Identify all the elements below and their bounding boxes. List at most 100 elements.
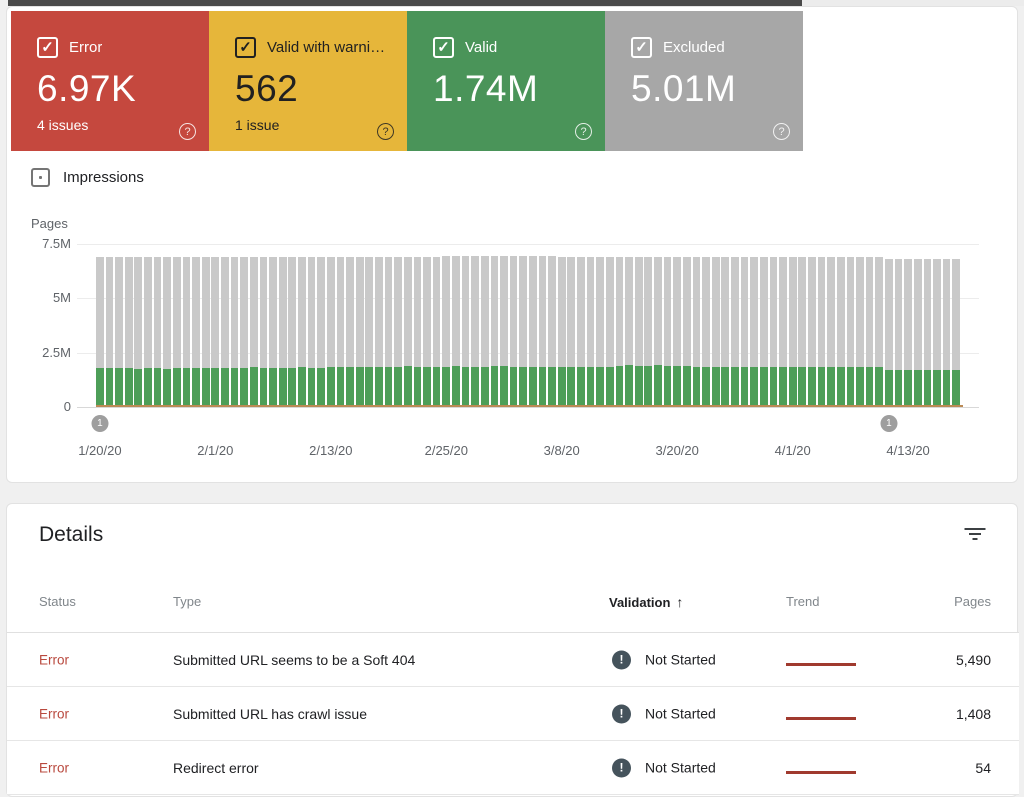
chart-bar[interactable]: [836, 244, 845, 407]
chart-bar[interactable]: [172, 244, 181, 407]
chart-bar[interactable]: [634, 244, 643, 407]
chart-bar[interactable]: [817, 244, 826, 407]
help-icon[interactable]: ?: [575, 123, 592, 140]
chart-bar[interactable]: [192, 244, 200, 407]
chart-bar[interactable]: [605, 244, 614, 407]
chart-bar[interactable]: [442, 244, 451, 407]
chart-bar[interactable]: [105, 244, 114, 407]
column-header-trend[interactable]: Trend: [786, 594, 819, 609]
chart-bar[interactable]: [249, 244, 258, 407]
status-checkbox-valid-with-warnings[interactable]: ✓: [235, 37, 256, 58]
chart-bar[interactable]: [201, 244, 210, 407]
chart-bar[interactable]: [375, 244, 383, 407]
chart-bar[interactable]: [240, 244, 249, 407]
chart-bar[interactable]: [557, 244, 566, 407]
chart-bar[interactable]: [432, 244, 441, 407]
chart-bar[interactable]: [144, 244, 152, 407]
chart-bar[interactable]: [326, 244, 335, 407]
impressions-checkbox[interactable]: [31, 168, 50, 187]
chart-bar[interactable]: [365, 244, 374, 407]
table-row[interactable]: Error Redirect error! Not Started 54: [7, 741, 1019, 795]
chart-bar[interactable]: [509, 244, 518, 407]
chart-bar[interactable]: [663, 244, 672, 407]
chart-bar[interactable]: [567, 244, 576, 407]
chart-bar[interactable]: [798, 244, 807, 407]
chart-bar[interactable]: [923, 244, 932, 407]
chart-bar[interactable]: [115, 244, 123, 407]
chart-bar[interactable]: [529, 244, 537, 407]
annotation-marker[interactable]: 1: [91, 415, 109, 432]
chart-bar[interactable]: [461, 244, 470, 407]
chart-bar[interactable]: [182, 244, 191, 407]
chart-bar[interactable]: [942, 244, 951, 407]
chart-bar[interactable]: [913, 244, 922, 407]
chart-bar[interactable]: [153, 244, 162, 407]
chart-plot[interactable]: [96, 244, 962, 407]
chart-bar[interactable]: [384, 244, 393, 407]
chart-bar[interactable]: [750, 244, 759, 407]
chart-bar[interactable]: [288, 244, 297, 407]
chart-bar[interactable]: [519, 244, 528, 407]
chart-bar[interactable]: [452, 244, 460, 407]
chart-bar[interactable]: [827, 244, 835, 407]
status-card-valid[interactable]: ✓ Valid 1.74M?: [407, 11, 605, 151]
chart-bar[interactable]: [538, 244, 547, 407]
annotation-marker[interactable]: 1: [880, 415, 898, 432]
chart-bar[interactable]: [740, 244, 749, 407]
chart-bar[interactable]: [355, 244, 364, 407]
help-icon[interactable]: ?: [377, 123, 394, 140]
chart-bar[interactable]: [654, 244, 662, 407]
chart-bar[interactable]: [682, 244, 691, 407]
chart-bar[interactable]: [586, 244, 595, 407]
column-header-validation[interactable]: Validation ↑: [609, 594, 683, 610]
chart-bar[interactable]: [134, 244, 143, 407]
chart-bar[interactable]: [346, 244, 354, 407]
column-header-status[interactable]: Status: [39, 594, 76, 609]
chart-bar[interactable]: [490, 244, 499, 407]
chart-bar[interactable]: [163, 244, 172, 407]
help-icon[interactable]: ?: [179, 123, 196, 140]
help-icon[interactable]: ?: [773, 123, 790, 140]
chart-bar[interactable]: [96, 244, 104, 407]
filter-icon[interactable]: [964, 528, 986, 544]
chart-bar[interactable]: [480, 244, 489, 407]
chart-bar[interactable]: [894, 244, 903, 407]
chart-bar[interactable]: [307, 244, 316, 407]
chart-bar[interactable]: [808, 244, 816, 407]
chart-bar[interactable]: [596, 244, 605, 407]
column-header-type[interactable]: Type: [173, 594, 201, 609]
status-card-valid-with-warnings[interactable]: ✓ Valid with warni… 562 1 issue?: [209, 11, 407, 151]
chart-bar[interactable]: [692, 244, 701, 407]
chart-bar[interactable]: [759, 244, 768, 407]
chart-bar[interactable]: [904, 244, 912, 407]
chart-bar[interactable]: [865, 244, 874, 407]
chart-bar[interactable]: [500, 244, 508, 407]
chart-bar[interactable]: [644, 244, 653, 407]
chart-bar[interactable]: [336, 244, 345, 407]
chart-bar[interactable]: [548, 244, 556, 407]
chart-bar[interactable]: [259, 244, 268, 407]
chart-bar[interactable]: [769, 244, 778, 407]
chart-bar[interactable]: [413, 244, 422, 407]
table-row[interactable]: Error Submitted URL has crawl issue! Not S…: [7, 687, 1019, 741]
status-card-error[interactable]: ✓ Error 6.97K 4 issues?: [11, 11, 209, 151]
chart-bar[interactable]: [933, 244, 941, 407]
chart-bar[interactable]: [856, 244, 864, 407]
chart-bar[interactable]: [577, 244, 585, 407]
status-checkbox-valid[interactable]: ✓: [433, 37, 454, 58]
chart-bar[interactable]: [721, 244, 730, 407]
chart-bar[interactable]: [846, 244, 855, 407]
chart-bar[interactable]: [711, 244, 720, 407]
chart-bar[interactable]: [875, 244, 884, 407]
status-checkbox-error[interactable]: ✓: [37, 37, 58, 58]
chart-bar[interactable]: [394, 244, 402, 407]
status-card-excluded[interactable]: ✓ Excluded 5.01M?: [605, 11, 803, 151]
chart-bar[interactable]: [317, 244, 326, 407]
impressions-toggle[interactable]: Impressions: [31, 168, 144, 187]
chart-bar[interactable]: [423, 244, 431, 407]
chart-bar[interactable]: [615, 244, 624, 407]
chart-bar[interactable]: [403, 244, 412, 407]
chart-bar[interactable]: [298, 244, 306, 407]
chart-bar[interactable]: [779, 244, 787, 407]
chart-bar[interactable]: [673, 244, 682, 407]
